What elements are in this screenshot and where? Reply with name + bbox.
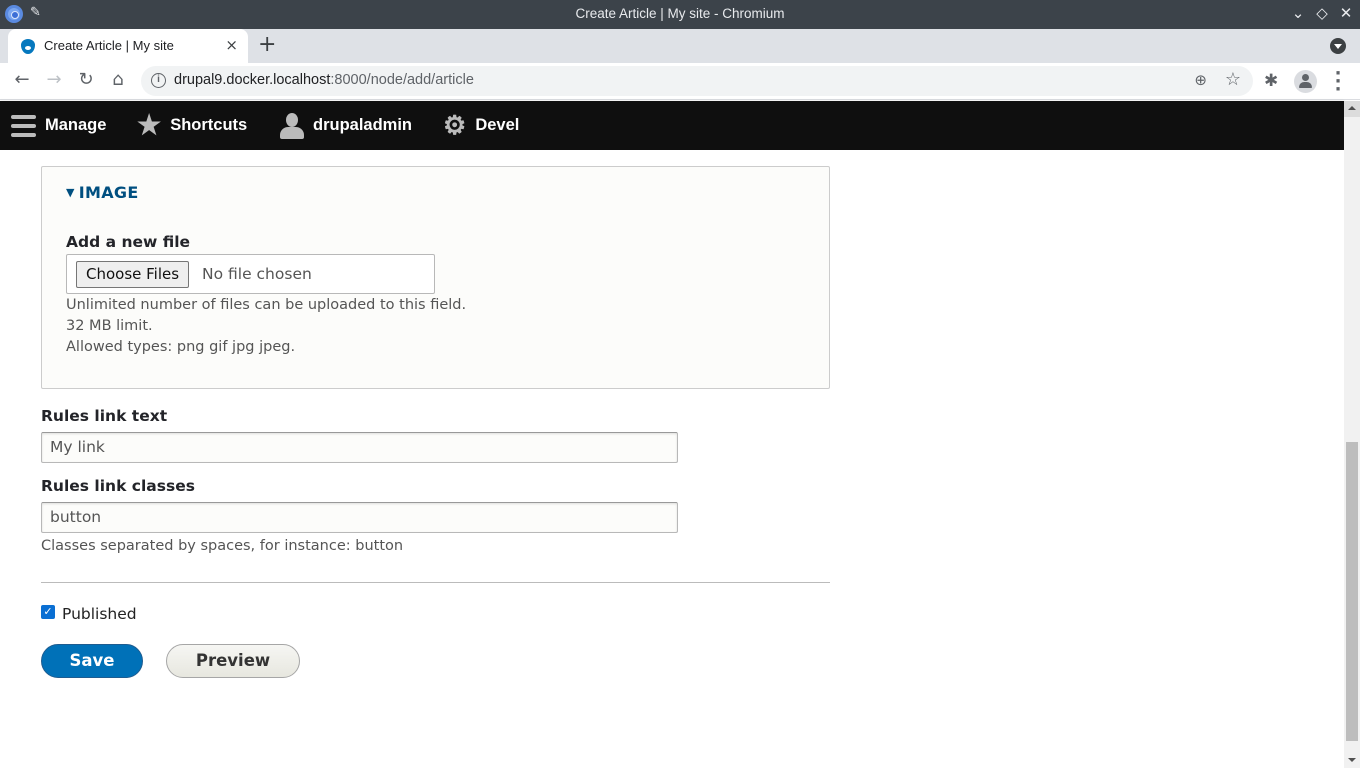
rules-link-classes-input[interactable]: button bbox=[41, 502, 678, 533]
rules-link-classes-description: Classes separated by spaces, for instanc… bbox=[41, 538, 404, 554]
file-limit-text: Unlimited number of files can be uploade… bbox=[66, 297, 467, 313]
rules-link-text-input[interactable]: My link bbox=[41, 432, 678, 463]
forward-icon[interactable]: → bbox=[42, 69, 66, 90]
tab-close-icon[interactable]: × bbox=[225, 36, 238, 54]
maximize-icon[interactable]: ◇ bbox=[1314, 4, 1330, 22]
toolbar-item-label: Manage bbox=[45, 116, 107, 134]
file-description: Unlimited number of files can be uploade… bbox=[66, 295, 466, 358]
file-types-text: Allowed types: png gif jpg jpeg. bbox=[66, 339, 296, 355]
toolbar-item-label: drupaladmin bbox=[313, 116, 413, 134]
page-scrollbar[interactable] bbox=[1344, 101, 1360, 768]
image-details-toggle[interactable]: ▼ IMAGE bbox=[66, 183, 139, 202]
toolbar-item-user[interactable]: drupaladmin bbox=[280, 101, 412, 150]
published-checkbox[interactable]: ✓ bbox=[41, 605, 55, 619]
preview-button[interactable]: Preview bbox=[166, 644, 300, 678]
rules-link-text-label: Rules link text bbox=[41, 407, 168, 425]
published-label[interactable]: Published bbox=[62, 605, 137, 623]
scroll-down-arrow-icon[interactable] bbox=[1344, 752, 1360, 768]
triangle-down-icon: ▼ bbox=[66, 186, 75, 199]
tab-create-article[interactable]: Create Article | My site × bbox=[8, 29, 248, 63]
star-icon: ★ bbox=[137, 110, 162, 140]
toolbar-item-label: Devel bbox=[475, 116, 520, 134]
add-file-label: Add a new file bbox=[66, 233, 191, 251]
bookmark-star-icon[interactable]: ☆ bbox=[1225, 69, 1241, 90]
url-path: :8000/node/add/article bbox=[330, 72, 474, 88]
window-titlebar: ✎ Create Article | My site - Chromium ⌄ … bbox=[0, 0, 1360, 29]
address-bar[interactable]: i drupal9.docker.localhost:8000/node/add… bbox=[141, 66, 1253, 96]
extensions-icon[interactable]: ✱ bbox=[1264, 71, 1278, 91]
site-info-icon[interactable]: i bbox=[151, 73, 166, 88]
choose-files-button[interactable]: Choose Files bbox=[76, 261, 190, 288]
scrollbar-thumb[interactable] bbox=[1346, 442, 1358, 741]
toolbar-item-shortcuts[interactable]: ★ Shortcuts bbox=[137, 101, 247, 150]
tab-title: Create Article | My site bbox=[44, 38, 174, 53]
hamburger-icon bbox=[11, 114, 36, 137]
url-text[interactable]: drupal9.docker.localhost:8000/node/add/a… bbox=[174, 72, 474, 88]
window-title: Create Article | My site - Chromium bbox=[575, 6, 785, 21]
toolbar-item-label: Shortcuts bbox=[170, 116, 248, 134]
scroll-up-arrow-icon[interactable] bbox=[1344, 101, 1360, 117]
zoom-icon[interactable]: ⊕ bbox=[1194, 71, 1207, 89]
home-icon[interactable]: ⌂ bbox=[106, 69, 130, 90]
back-icon[interactable]: ← bbox=[10, 69, 34, 90]
gear-icon: ⚙ bbox=[443, 110, 467, 140]
toolbar-item-manage[interactable]: Manage bbox=[11, 101, 106, 150]
save-button[interactable]: Save bbox=[41, 644, 143, 678]
tab-search-icon[interactable] bbox=[1330, 38, 1346, 54]
user-icon bbox=[280, 112, 304, 139]
profile-avatar-icon[interactable] bbox=[1294, 70, 1317, 93]
no-file-chosen-text: No file chosen bbox=[202, 265, 312, 283]
rules-link-classes-label: Rules link classes bbox=[41, 477, 195, 495]
tab-strip: Create Article | My site × + bbox=[0, 29, 1360, 63]
reload-icon[interactable]: ↻ bbox=[74, 69, 98, 90]
page-content: ▼ IMAGE Add a new file Choose Files No fi… bbox=[0, 150, 1344, 768]
divider bbox=[41, 582, 830, 583]
file-upload-input[interactable]: Choose Files No file chosen bbox=[66, 254, 435, 294]
minimize-icon[interactable]: ⌄ bbox=[1290, 4, 1306, 22]
toolbar-item-devel[interactable]: ⚙ Devel bbox=[443, 101, 519, 150]
url-host: drupal9.docker.localhost bbox=[174, 72, 331, 88]
menu-kebab-icon[interactable]: · · · bbox=[1332, 65, 1344, 99]
drupal-admin-toolbar: Manage ★ Shortcuts drupaladmin ⚙ Devel bbox=[0, 101, 1344, 150]
close-window-icon[interactable]: ✕ bbox=[1338, 4, 1354, 22]
browser-toolbar: ← → ↻ ⌂ i drupal9.docker.localhost:8000/… bbox=[0, 63, 1360, 100]
new-tab-button[interactable]: + bbox=[258, 32, 276, 57]
drupal-favicon-icon bbox=[21, 39, 35, 54]
image-summary-label: IMAGE bbox=[78, 183, 139, 202]
file-size-text: 32 MB limit. bbox=[66, 318, 153, 334]
image-fieldset: ▼ IMAGE Add a new file Choose Files No fi… bbox=[41, 166, 830, 389]
